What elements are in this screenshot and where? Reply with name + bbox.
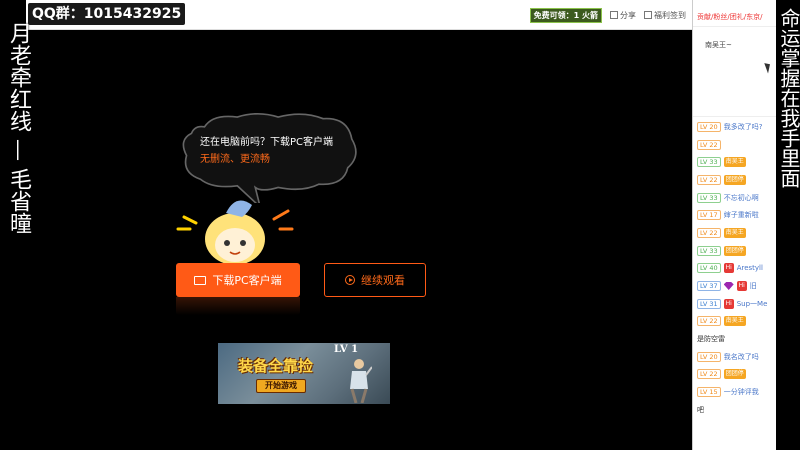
download-pc-client-button[interactable]: 下载PC客户端	[176, 263, 300, 297]
chat-message: 吧	[697, 401, 776, 419]
welfare-label: 福利签到	[654, 10, 686, 20]
chat-text: Arestyll	[736, 264, 763, 273]
chat-text: 我多改了吗?	[723, 122, 763, 131]
top-toolbar: QQ群：1015432925 免费可领：1 火箭 分享 福利签到	[26, 0, 692, 30]
button-reflection	[176, 297, 300, 315]
toolbar-actions: 免费可领：1 火箭 分享 福利签到	[529, 7, 686, 23]
chat-message: LV 22	[697, 136, 776, 154]
chat-text: 是防空雷	[697, 335, 725, 344]
screen: QQ群：1015432925 免费可领：1 火箭 分享 福利签到 还在电脑前吗？…	[0, 0, 800, 450]
chat-message: LV 17 婶子重新啦	[697, 206, 776, 224]
fan-badge: 团团停	[723, 369, 746, 380]
chat-message: LV 22 南吴王	[697, 313, 776, 331]
level-badge: LV 40	[697, 263, 721, 274]
level-badge: LV 33	[697, 245, 721, 256]
gem-icon	[723, 282, 734, 291]
fan-badge: 南吴王	[723, 157, 746, 168]
hi-badge-icon: Hi	[723, 298, 734, 309]
bubble-line-2: 无删流、更流畅	[200, 154, 270, 165]
continue-watching-button[interactable]: 继续观看	[324, 263, 426, 297]
fan-badge: 团团停	[723, 245, 746, 256]
chat-message: LV 20 我多改了吗?	[697, 118, 776, 136]
divider	[693, 116, 776, 117]
chat-message: LV 22 团团停	[697, 366, 776, 384]
fan-badge: 团团停	[723, 174, 746, 185]
chat-sidebar: 贡献/粉丝/团礼/东京/ 南吴王~ LV 20 我多改了吗? LV 22 LV 33 南…	[692, 0, 776, 450]
ad-title: 装备全靠捡	[238, 357, 314, 375]
chat-message: LV 22 团团停	[697, 171, 776, 189]
share-label: 分享	[620, 10, 636, 20]
level-badge: LV 22	[697, 316, 721, 327]
ad-level: LV 1	[334, 344, 359, 355]
sidebar-note: 南吴王~	[705, 41, 732, 49]
level-badge: LV 22	[697, 369, 721, 380]
bubble-text: 还在电脑前吗？下载PC客户端 无删流、更流畅	[200, 134, 360, 168]
level-badge: LV 37	[697, 281, 721, 292]
chat-text: 婶子重新啦	[723, 211, 759, 220]
level-badge: LV 33	[697, 157, 721, 168]
game-ad-banner[interactable]: LV 1 装备全靠捡 开始游戏	[218, 343, 390, 404]
left-overlay-text: 月老牵红线 — 毛省曈	[6, 22, 31, 234]
level-badge: LV 20	[697, 351, 721, 362]
level-badge: LV 33	[697, 192, 721, 203]
continue-button-label: 继续观看	[361, 274, 405, 287]
play-icon	[345, 275, 355, 285]
chat-message: LV 15 一分钟评我	[697, 383, 776, 401]
chat-list: LV 20 我多改了吗? LV 22 LV 33 南吴王 LV 22 团团停 LV 33 不忘初…	[697, 118, 776, 419]
mascot-illustration	[176, 200, 294, 265]
chat-message: LV 40 Hi Arestyll	[697, 260, 776, 278]
bubble-line-1: 还在电脑前吗？下载PC客户端	[200, 137, 334, 148]
chat-text: Sup一Me	[736, 299, 768, 308]
qq-group-label: QQ群：1015432925	[28, 3, 186, 25]
chat-message: LV 22 南吴王	[697, 224, 776, 242]
monitor-icon	[194, 275, 207, 285]
level-badge: LV 31	[697, 298, 721, 309]
ad-character-figure	[350, 359, 372, 403]
right-overlay-text: 命运掌握在我手里面	[777, 8, 800, 188]
fan-badge: 南吴王	[723, 316, 746, 327]
welfare-checkin-button[interactable]: 福利签到	[644, 10, 686, 21]
chat-message: 是防空雷	[697, 330, 776, 348]
chat-text: 不忘初心啊	[723, 193, 759, 202]
chat-text: 吧	[697, 405, 704, 414]
share-button[interactable]: 分享	[610, 10, 636, 21]
hi-badge-icon: Hi	[736, 281, 747, 292]
level-badge: LV 17	[697, 210, 721, 221]
ad-start-button[interactable]: 开始游戏	[256, 379, 306, 393]
chat-message: LV 33 南吴王	[697, 153, 776, 171]
chat-text: 我名改了吗	[723, 352, 759, 361]
level-badge: LV 20	[697, 121, 721, 132]
fan-badge: 南吴王	[723, 227, 746, 238]
chat-message: LV 37 Hi 旧	[697, 277, 776, 295]
checkin-icon	[644, 11, 652, 19]
level-badge: LV 15	[697, 387, 721, 398]
chat-message: LV 20 我名改了吗	[697, 348, 776, 366]
sidebar-tabs[interactable]: 贡献/粉丝/团礼/东京/	[697, 12, 762, 22]
free-rocket-badge[interactable]: 免费可领：1 火箭	[529, 7, 602, 23]
download-button-label: 下载PC客户端	[212, 274, 282, 287]
chat-text: 旧	[749, 282, 757, 291]
chat-message: LV 33 不忘初心啊	[697, 189, 776, 207]
level-badge: LV 22	[697, 227, 721, 238]
hi-badge-icon: Hi	[723, 263, 734, 274]
level-badge: LV 22	[697, 139, 721, 150]
chat-message: LV 33 团团停	[697, 242, 776, 260]
chat-text: 一分钟评我	[723, 388, 759, 397]
share-icon	[610, 11, 618, 19]
chat-message: LV 31 Hi Sup一Me	[697, 295, 776, 313]
divider	[693, 26, 776, 27]
level-badge: LV 22	[697, 174, 721, 185]
